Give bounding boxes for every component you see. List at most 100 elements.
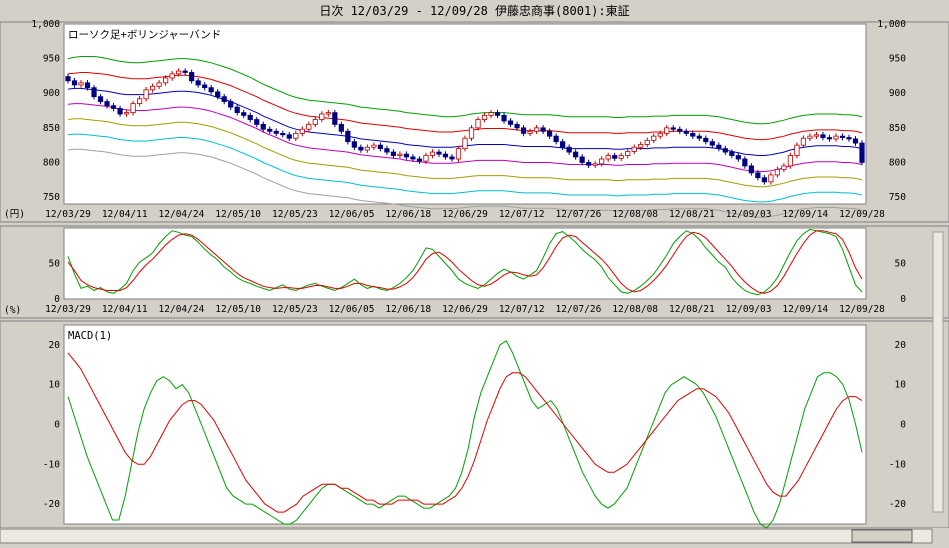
macd-y-tick-right: -20 bbox=[889, 499, 906, 510]
candle-body bbox=[625, 150, 631, 156]
candle-body bbox=[560, 141, 566, 148]
candle-body bbox=[631, 146, 637, 152]
candle-body bbox=[813, 134, 820, 137]
candle-body bbox=[781, 165, 787, 170]
oscillator-x-tick: 12/05/10 bbox=[215, 304, 261, 315]
price-y-tick-right: 950 bbox=[889, 54, 906, 65]
candle-body bbox=[527, 130, 533, 134]
candle-body bbox=[481, 114, 488, 120]
candle-body bbox=[299, 128, 305, 134]
macd-y-tick-right: 0 bbox=[900, 420, 906, 431]
price-y-tick-left: 850 bbox=[43, 123, 60, 134]
candle-body bbox=[410, 156, 416, 160]
candle-body bbox=[605, 155, 611, 160]
candle-body bbox=[136, 98, 143, 105]
candle-body bbox=[488, 112, 494, 116]
oscillator-x-tick: 12/08/21 bbox=[669, 304, 715, 315]
oscillator-unit-label: (%) bbox=[4, 305, 21, 316]
price-y-tick-left: 950 bbox=[43, 54, 60, 65]
candle-body bbox=[267, 128, 273, 132]
candle-body bbox=[325, 112, 331, 115]
macd-title: MACD(1) bbox=[68, 330, 112, 342]
price-x-tick: 12/08/08 bbox=[612, 209, 658, 220]
price-x-tick: 12/05/10 bbox=[215, 209, 261, 220]
candle-body bbox=[163, 77, 169, 84]
candle-body bbox=[123, 112, 130, 115]
candle-body bbox=[156, 82, 162, 87]
candle-body bbox=[768, 174, 774, 183]
candle-body bbox=[436, 151, 442, 155]
candle-body bbox=[651, 135, 657, 141]
candle-body bbox=[807, 135, 813, 139]
macd-y-tick-right: 20 bbox=[895, 340, 907, 351]
candle-body bbox=[690, 132, 696, 137]
scrollbar-thumb[interactable] bbox=[851, 529, 913, 543]
macd-y-tick-right: -10 bbox=[889, 459, 906, 470]
candle-body bbox=[839, 135, 846, 138]
price-y-tick-left: 800 bbox=[43, 157, 60, 168]
candle-body bbox=[729, 151, 735, 156]
candle-body bbox=[91, 87, 97, 98]
candle-body bbox=[182, 70, 188, 73]
price-x-tick: 12/04/24 bbox=[159, 209, 205, 220]
price-y-tick-right: 750 bbox=[889, 192, 906, 203]
candle-body bbox=[800, 137, 807, 146]
candle-body bbox=[397, 153, 403, 156]
vertical-scrollbar[interactable] bbox=[932, 231, 944, 513]
candle-body bbox=[280, 132, 286, 136]
candle-body bbox=[234, 106, 240, 114]
candle-body bbox=[761, 177, 767, 183]
oscillator-y-tick-right: 0 bbox=[900, 294, 906, 305]
candle-body bbox=[638, 144, 644, 148]
oscillator-x-tick: 12/04/24 bbox=[159, 304, 205, 315]
price-x-tick: 12/09/03 bbox=[726, 209, 772, 220]
candle-body bbox=[683, 130, 689, 134]
price-y-tick-left: 750 bbox=[43, 192, 60, 203]
oscillator-x-tick: 12/04/11 bbox=[102, 304, 148, 315]
candle-body bbox=[189, 72, 195, 82]
candle-body bbox=[169, 73, 175, 79]
macd-y-tick-left: 20 bbox=[49, 340, 61, 351]
candle-body bbox=[195, 80, 201, 86]
candle-body bbox=[722, 148, 728, 153]
candle-body bbox=[833, 135, 839, 140]
price-y-tick-right: 900 bbox=[889, 88, 906, 99]
candle-body bbox=[78, 82, 84, 86]
oscillator-x-tick: 12/09/28 bbox=[839, 304, 885, 315]
candle-body bbox=[475, 119, 481, 129]
chart-canvas: 1,000 1,000 950 950 900 900 850 850 800 800 750 750… bbox=[0, 19, 949, 548]
candle-body bbox=[423, 155, 429, 162]
candle-body bbox=[846, 137, 852, 140]
candle-body bbox=[794, 144, 800, 156]
candle-body bbox=[71, 80, 78, 86]
candle-body bbox=[540, 127, 546, 132]
candle-body bbox=[735, 155, 741, 160]
candle-body bbox=[143, 89, 149, 100]
candle-body bbox=[618, 155, 624, 159]
price-unit-label: (円) bbox=[4, 209, 25, 220]
price-x-tick: 12/07/26 bbox=[556, 209, 602, 220]
candle-body bbox=[748, 165, 754, 174]
candle-body bbox=[293, 132, 299, 139]
horizontal-scrollbar[interactable] bbox=[0, 528, 933, 544]
candle-body bbox=[553, 135, 559, 143]
candle-body bbox=[755, 172, 761, 179]
candle-body bbox=[130, 103, 136, 114]
candle-body bbox=[241, 112, 247, 116]
candle-body bbox=[455, 148, 462, 160]
oscillator-y-tick-left: 50 bbox=[49, 259, 61, 270]
candle-body bbox=[416, 158, 423, 162]
candle-body bbox=[319, 113, 325, 120]
candle-body bbox=[377, 144, 383, 150]
oscillator-x-tick: 12/05/23 bbox=[272, 304, 318, 315]
macd-y-tick-left: 10 bbox=[49, 380, 61, 391]
price-y-tick-right: 800 bbox=[889, 157, 906, 168]
macd-y-tick-left: 0 bbox=[54, 420, 60, 431]
candle-body bbox=[312, 119, 318, 125]
candle-body bbox=[150, 85, 156, 91]
oscillator-x-tick: 12/06/29 bbox=[442, 304, 488, 315]
candle-body bbox=[599, 158, 605, 165]
oscillator-x-tick: 12/07/12 bbox=[499, 304, 545, 315]
candle-body bbox=[332, 112, 338, 125]
candle-body bbox=[826, 137, 833, 140]
